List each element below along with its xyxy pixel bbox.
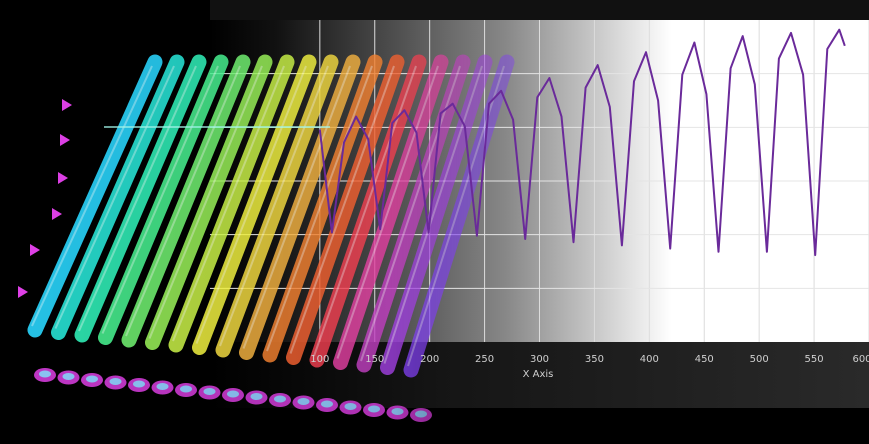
x-tick-label: 550: [805, 354, 824, 365]
top-strip: [210, 0, 869, 20]
x-tick-label: 350: [585, 354, 604, 365]
x-tick-label: 300: [530, 354, 549, 365]
holder-peg: [52, 208, 62, 220]
holder-peg: [58, 172, 68, 184]
x-axis-title: X Axis: [523, 369, 554, 380]
holder-peg: [30, 244, 40, 256]
x-tick-label: 600: [852, 354, 869, 365]
x-tick-label: 200: [420, 354, 439, 365]
holder-peg: [60, 134, 70, 146]
hero-composite-image: 100 150 200 250 300 350 400 450 500 550 600 X Axis: [0, 0, 869, 444]
x-tick-label: 500: [750, 354, 769, 365]
x-tick-label: 150: [365, 354, 384, 365]
holder-peg: [62, 99, 72, 111]
x-tick-label: 100: [310, 354, 329, 365]
line-chart: 100 150 200 250 300 350 400 450 500 550 600 X Axis: [18, 0, 869, 422]
x-tick-label: 400: [640, 354, 659, 365]
x-tick-label: 450: [695, 354, 714, 365]
holder-peg: [18, 286, 28, 298]
x-tick-label: 250: [475, 354, 494, 365]
